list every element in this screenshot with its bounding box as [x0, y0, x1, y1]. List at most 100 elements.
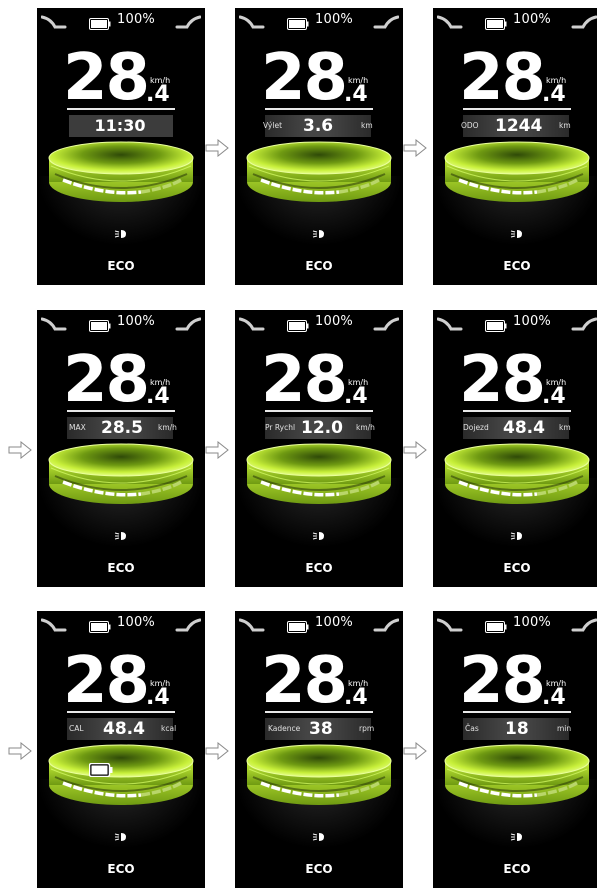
info-field-unit: km: [559, 121, 571, 130]
display-screen: 100% 28 km/h .4 Výlet 3.6 km ECO: [235, 8, 403, 285]
speed-value: 28: [63, 343, 150, 417]
headlight-icon: [510, 827, 524, 841]
info-field-value: 48.4: [103, 719, 145, 739]
info-field-label: ODO: [461, 121, 479, 130]
speed-decimal: .4: [542, 384, 566, 409]
display-screen: 100% 28 km/h .4 ODO 1244 km ECO: [433, 8, 597, 285]
corner-accent-right: [571, 14, 597, 33]
info-field-value: 3.6: [303, 116, 334, 136]
corner-accent-left: [436, 617, 463, 636]
arrow-right-icon: [403, 440, 427, 460]
battery-percent: 100%: [117, 12, 155, 27]
info-field-label: CAL: [69, 724, 84, 733]
assist-mode-label: ECO: [305, 561, 333, 575]
display-screen: 100% 28 km/h .4 Dojezd 48.4 km ECO: [433, 310, 597, 587]
speed-decimal: .4: [146, 685, 170, 710]
headlight-icon: [510, 224, 524, 238]
speed-decimal: .4: [146, 82, 170, 107]
arrow-right-icon: [8, 741, 32, 761]
speed-decimal: .4: [344, 82, 368, 107]
display-screen: 100% 28 km/h .4 MAX 28.5 km/h ECO: [37, 310, 205, 587]
divider-line: [265, 108, 373, 110]
battery-icon: [287, 15, 309, 30]
info-field-value: 1244: [495, 116, 543, 136]
battery-percent: 100%: [117, 314, 155, 329]
headlight-icon: [114, 526, 128, 540]
speed-decimal: .4: [146, 384, 170, 409]
assist-mode-label: ECO: [305, 259, 333, 273]
arrow-right-icon: [403, 138, 427, 158]
assist-level-ring: [441, 136, 593, 208]
divider-line: [463, 711, 571, 713]
assist-mode-label: ECO: [305, 862, 333, 876]
assist-mode-label: ECO: [107, 259, 135, 273]
battery-percent: 100%: [513, 314, 551, 329]
info-field-unit: km/h: [158, 423, 177, 432]
corner-accent-left: [238, 617, 265, 636]
corner-accent-left: [40, 14, 67, 33]
headlight-icon: [312, 827, 326, 841]
corner-accent-right: [571, 617, 597, 636]
info-field-unit: km/h: [356, 423, 375, 432]
speed-value: 28: [459, 343, 546, 417]
assist-level-ring: [243, 136, 395, 208]
info-field-unit: km: [559, 423, 571, 432]
headlight-icon: [510, 526, 524, 540]
corner-accent-right: [373, 617, 400, 636]
divider-line: [463, 108, 571, 110]
corner-accent-left: [436, 316, 463, 335]
assist-mode-label: ECO: [107, 561, 135, 575]
battery-icon: [89, 618, 111, 633]
info-field-label: MAX: [69, 423, 86, 432]
corner-accent-right: [175, 316, 202, 335]
battery-percent: 100%: [315, 12, 353, 27]
assist-level-ring: [45, 438, 197, 510]
speed-value: 28: [63, 41, 150, 115]
battery-percent: 100%: [315, 314, 353, 329]
info-field-value: 38: [309, 719, 333, 739]
info-field-value: 48.4: [503, 418, 545, 438]
speed-decimal: .4: [542, 82, 566, 107]
divider-line: [463, 410, 571, 412]
display-screen: 100% 28 km/h .4 CAL 48.4 kcal ECO: [37, 611, 205, 888]
info-field-value: 12.0: [301, 418, 343, 438]
headlight-icon: [114, 827, 128, 841]
battery-icon: [287, 317, 309, 332]
clock-time: 11:30: [94, 116, 146, 135]
headlight-icon: [312, 526, 326, 540]
info-field-label: Pr Rychl: [265, 423, 296, 432]
assist-level-ring: [243, 438, 395, 510]
corner-accent-right: [175, 617, 202, 636]
battery-percent: 100%: [117, 615, 155, 630]
display-screen: 100% 28 km/h .4 Kadence 38 rpm ECO: [235, 611, 403, 888]
battery-percent: 100%: [513, 12, 551, 27]
info-field-value: 28.5: [101, 418, 143, 438]
speed-value: 28: [459, 644, 546, 718]
divider-line: [67, 108, 175, 110]
info-field-label: Dojezd: [463, 423, 489, 432]
info-field-label: Čas: [465, 724, 479, 733]
info-field-unit: rpm: [359, 724, 375, 733]
corner-accent-right: [571, 316, 597, 335]
corner-accent-right: [373, 316, 400, 335]
assist-mode-label: ECO: [503, 862, 531, 876]
battery-icon: [89, 15, 111, 30]
headlight-icon: [312, 224, 326, 238]
corner-accent-right: [373, 14, 400, 33]
assist-level-ring: [45, 739, 197, 811]
divider-line: [265, 711, 373, 713]
corner-accent-right: [175, 14, 202, 33]
assist-level-ring: [441, 438, 593, 510]
battery-icon: [485, 15, 507, 30]
info-field-unit: km: [361, 121, 373, 130]
speed-decimal: .4: [542, 685, 566, 710]
speed-value: 28: [261, 644, 348, 718]
headlight-icon: [114, 224, 128, 238]
info-field-label: Výlet: [263, 121, 283, 130]
assist-mode-label: ECO: [503, 259, 531, 273]
divider-line: [265, 410, 373, 412]
speed-decimal: .4: [344, 384, 368, 409]
battery-icon: [287, 618, 309, 633]
corner-accent-left: [238, 14, 265, 33]
battery-percent: 100%: [513, 615, 551, 630]
